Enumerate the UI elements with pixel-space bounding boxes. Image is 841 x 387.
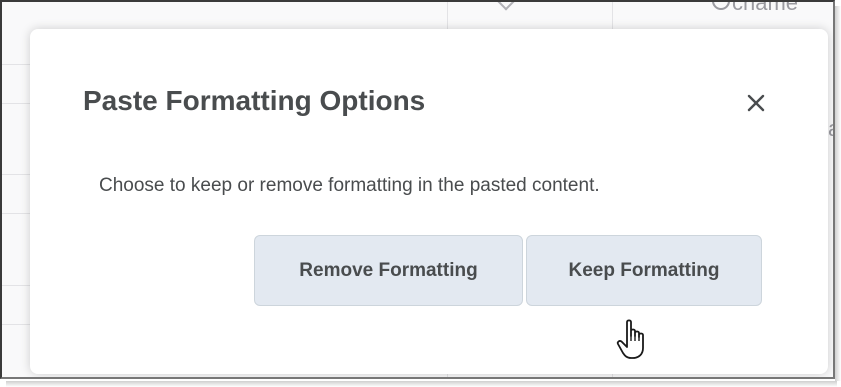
background-row-divider	[2, 64, 30, 65]
search-icon	[712, 2, 730, 10]
background-row-divider	[2, 324, 30, 325]
close-icon[interactable]	[745, 92, 767, 114]
hand-pointer-icon	[616, 319, 644, 359]
paste-formatting-dialog: Paste Formatting Options Choose to keep …	[30, 29, 828, 374]
frame-shadow	[6, 381, 837, 387]
background-search-text: chame	[732, 0, 799, 15]
remove-formatting-button[interactable]: Remove Formatting	[254, 235, 523, 306]
background-row-divider	[2, 103, 30, 104]
frame-shadow	[835, 6, 841, 381]
keep-formatting-button[interactable]: Keep Formatting	[526, 235, 762, 306]
background-row-divider	[2, 285, 30, 286]
background-row-divider	[2, 174, 30, 175]
dialog-title: Paste Formatting Options	[83, 85, 426, 116]
background-row-divider	[2, 213, 30, 214]
background-chevron-icon	[497, 2, 515, 11]
screenshot-frame: chame a Paste Formatting Options Choose …	[0, 0, 835, 379]
close-button[interactable]	[736, 83, 776, 123]
background-partial-text: a	[828, 116, 833, 142]
dialog-description: Choose to keep or remove formatting in t…	[99, 175, 600, 196]
